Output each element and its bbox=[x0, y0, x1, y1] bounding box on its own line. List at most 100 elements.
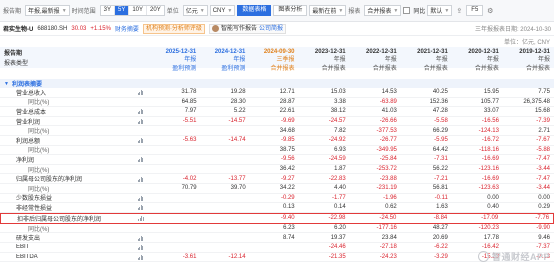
period-10y[interactable]: 10Y bbox=[129, 6, 148, 15]
row-label: 利润总额 bbox=[16, 138, 41, 145]
table-cell: 0.40 bbox=[487, 204, 499, 211]
table-cell: -9.85 bbox=[280, 137, 295, 144]
row-label: 净利润 bbox=[16, 157, 35, 164]
table-cell: -16.69 bbox=[481, 175, 499, 182]
row-spark-cell bbox=[138, 215, 152, 222]
bar-chart-icon[interactable] bbox=[137, 254, 144, 260]
table-cell: -3.44 bbox=[536, 185, 551, 192]
bar-chart-icon[interactable] bbox=[137, 204, 144, 211]
company-brief-link[interactable]: 公司简报 bbox=[259, 25, 283, 33]
table-cell: 70.79 bbox=[181, 185, 197, 192]
table-cell: -24.50 bbox=[379, 215, 397, 222]
compare-checkbox[interactable] bbox=[403, 7, 411, 14]
table-cell: 34.22 bbox=[279, 185, 295, 192]
table-cell: 6.23 bbox=[283, 225, 295, 232]
bar-chart-icon[interactable] bbox=[138, 215, 144, 222]
row-label: 少数股东损益 bbox=[16, 196, 53, 203]
section-income-summary[interactable]: ▼ 利润表摘要 bbox=[0, 79, 554, 88]
chart-analysis-button[interactable]: 图表分析 bbox=[273, 5, 308, 16]
table-cell: 47.28 bbox=[432, 108, 448, 115]
period-5y[interactable]: 5Y bbox=[115, 6, 130, 15]
bar-chart-icon[interactable] bbox=[137, 235, 144, 241]
table-cell: -7.67 bbox=[536, 137, 550, 144]
refresh-button[interactable]: F5 bbox=[466, 5, 484, 16]
bar-chart-icon[interactable] bbox=[137, 89, 144, 96]
table-cell: 34.68 bbox=[279, 127, 295, 134]
export-icon[interactable]: ⇪ bbox=[454, 6, 464, 16]
table-cell: 0.62 bbox=[385, 204, 397, 211]
table-cell: -24.59 bbox=[328, 156, 346, 163]
col-subtype: 年报 盈利预测 bbox=[221, 56, 246, 72]
table-cell: -23.88 bbox=[379, 175, 397, 182]
table-cell: -1.96 bbox=[383, 194, 397, 201]
collapse-triangle-icon[interactable]: ▼ bbox=[4, 81, 9, 87]
table-cell: -21.35 bbox=[328, 253, 346, 260]
default-select[interactable]: 默认 ▼ bbox=[427, 5, 453, 16]
period-20y[interactable]: 20Y bbox=[147, 6, 164, 15]
bar-chart-icon[interactable] bbox=[137, 195, 144, 201]
bar-chart-icon[interactable] bbox=[137, 108, 144, 115]
table-row[interactable]: 扣非后归属母公司股东的净利润 -9.40 -22.98 -24.50 -8.84 -17.… bbox=[0, 212, 554, 224]
table-cell: -0.11 bbox=[434, 194, 448, 201]
table-cell: 39.70 bbox=[230, 185, 246, 192]
table-cell: -24.23 bbox=[379, 253, 397, 260]
table-cell: -3.44 bbox=[536, 166, 551, 173]
table-cell: -377.53 bbox=[376, 127, 397, 134]
table-row[interactable]: EBITDA -3.61 -12.14 -21.35 -24.23 -3.29 -15.23… bbox=[0, 253, 554, 263]
table-cell: 1.87 bbox=[334, 166, 346, 173]
table-row[interactable]: 研发支出 8.74 19.37 23.84 20.69 17.78 9.46 bbox=[0, 233, 554, 243]
table-row[interactable]: 同比(%) 38.75 6.93 -349.95 64.42 -118.16 -5.88 bbox=[0, 146, 554, 156]
table-cell: 15.95 bbox=[483, 89, 499, 96]
table-cell: -14.74 bbox=[228, 137, 246, 144]
table-cell: 12.71 bbox=[279, 89, 295, 96]
table-row[interactable]: 营业总收入 31.78 19.28 12.71 15.03 14.53 40.25 15.95… bbox=[0, 88, 554, 98]
table-row[interactable]: 营业总成本 7.97 5.22 22.61 38.12 41.03 47.28 33.07 15… bbox=[0, 107, 554, 117]
table-row[interactable]: 同比(%) 34.68 7.82 -377.53 66.29 -124.13 2.71 bbox=[0, 126, 554, 136]
bar-chart-icon[interactable] bbox=[137, 137, 144, 144]
row-label: EBIT bbox=[16, 244, 30, 251]
table-cell: -3.29 bbox=[434, 253, 448, 260]
table-cell: 23.84 bbox=[381, 234, 397, 241]
period-3y[interactable]: 3Y bbox=[101, 6, 115, 15]
table-row[interactable]: 同比(%) 6.23 6.20 -177.16 48.27 -120.23 -9.90 bbox=[0, 224, 554, 234]
table-cell: 1.63 bbox=[436, 204, 448, 211]
table-cell: 8.74 bbox=[282, 234, 295, 241]
table-row[interactable]: 净利润 -9.56 -24.59 -25.84 -7.31 -16.69 -7.47 bbox=[0, 155, 554, 165]
smart-report-chip[interactable]: 智能写作报告 公司简报 bbox=[208, 23, 286, 34]
table-cell: 0.13 bbox=[282, 204, 295, 211]
bar-chart-icon[interactable] bbox=[137, 156, 144, 163]
finance-summary-tab[interactable]: 财务摘要 bbox=[115, 24, 139, 33]
report-select[interactable]: 年报,最新报 ▼ bbox=[25, 5, 70, 16]
table-row[interactable]: 非经常性损益 0.13 0.14 0.62 1.63 0.40 0.29 bbox=[0, 203, 554, 213]
table-cell: 6.20 bbox=[334, 225, 346, 232]
currency-select[interactable]: CNY ▼ bbox=[209, 5, 236, 16]
table-row[interactable]: 少数股东损益 -0.29 -1.77 -1.96 -0.11 0.00 0.00 bbox=[0, 194, 554, 204]
table-row[interactable]: EBIT -24.46 -27.18 -6.22 -16.42 -7.37 bbox=[0, 243, 554, 253]
table-row[interactable]: 同比(%) 64.85 28.30 28.87 3.38 -63.89 152.36 105.… bbox=[0, 98, 554, 108]
data-table-button[interactable]: 数据表格 bbox=[237, 5, 272, 16]
col-subtype: 三季报 合并报表 bbox=[270, 56, 295, 72]
bar-chart-icon[interactable] bbox=[137, 118, 144, 125]
table-row[interactable]: 利润总额 -5.63 -14.74 -9.85 -24.92 -26.77 -5.95 -16… bbox=[0, 136, 554, 146]
bar-chart-icon[interactable] bbox=[137, 244, 144, 251]
table-cell: -5.95 bbox=[434, 137, 448, 144]
table-cell: -5.63 bbox=[182, 137, 197, 144]
table-row[interactable]: 同比(%) 36.42 1.87 -253.72 56.22 -123.16 -3.44 bbox=[0, 165, 554, 175]
table-cell: -0.29 bbox=[280, 194, 295, 201]
gear-icon[interactable]: ⚙ bbox=[485, 6, 495, 16]
table-row[interactable]: 营业利润 -5.51 -14.57 -9.69 -24.57 -26.66 -5.58 -16… bbox=[0, 117, 554, 127]
bar-chart-icon[interactable] bbox=[137, 176, 144, 182]
table-row[interactable]: 同比(%) 70.79 39.70 34.22 4.40 -231.19 56.81 -123… bbox=[0, 184, 554, 194]
unit-select[interactable]: 亿元 ▼ bbox=[182, 5, 208, 16]
source-select[interactable]: 合并报表 ▼ bbox=[364, 5, 402, 16]
table-cell: 40.25 bbox=[432, 89, 448, 96]
table-cell: -123.63 bbox=[478, 185, 499, 192]
row-label: 同比(%) bbox=[28, 148, 50, 155]
sort-select[interactable]: 最新在前 ▼ bbox=[309, 5, 347, 16]
table-cell: -3.61 bbox=[182, 253, 197, 260]
table-cell: 19.28 bbox=[230, 89, 246, 96]
table-cell: 3.38 bbox=[334, 98, 346, 105]
analyst-badge[interactable]: 机构预测·分析师评级 bbox=[142, 23, 205, 34]
table-cell: 64.42 bbox=[432, 146, 448, 153]
table-row[interactable]: 归属母公司股东的净利润 -4.02 -13.77 -9.27 -22.83 -23.88 -… bbox=[0, 174, 554, 184]
